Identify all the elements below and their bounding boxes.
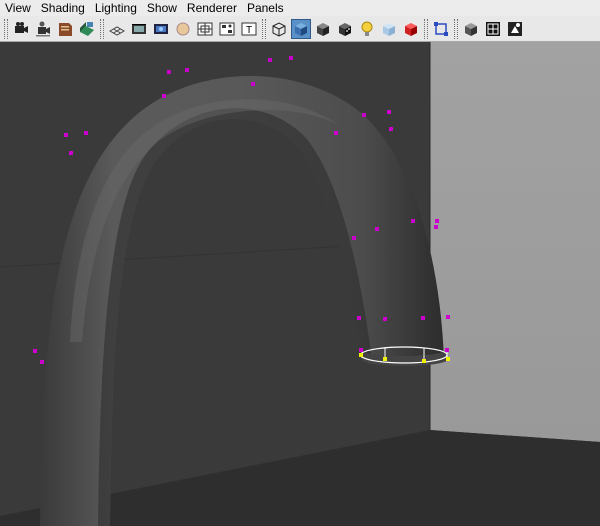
vertex[interactable] bbox=[162, 94, 166, 98]
vertex[interactable] bbox=[411, 219, 415, 223]
resolution-gate-button[interactable] bbox=[151, 19, 171, 39]
vertex[interactable] bbox=[33, 349, 37, 353]
vertex[interactable] bbox=[185, 68, 189, 72]
xray-button[interactable] bbox=[379, 19, 399, 39]
vertex[interactable] bbox=[69, 151, 73, 155]
vertex[interactable] bbox=[352, 236, 356, 240]
bookmark-button[interactable] bbox=[55, 19, 75, 39]
xray-joints-button[interactable] bbox=[461, 19, 481, 39]
viewport-menubar: View Shading Lighting Show Renderer Panels bbox=[0, 0, 600, 16]
vertex[interactable] bbox=[357, 316, 361, 320]
menu-shading[interactable]: Shading bbox=[36, 0, 90, 16]
wireframe-button[interactable] bbox=[269, 19, 289, 39]
use-all-lights-icon bbox=[361, 21, 373, 36]
xray-active-components-button[interactable] bbox=[401, 19, 421, 39]
wireframe-on-shaded-icon bbox=[317, 22, 329, 36]
select-camera-button[interactable] bbox=[11, 19, 31, 39]
image-plane-button[interactable] bbox=[77, 19, 97, 39]
wireframe-on-shaded-button[interactable] bbox=[313, 19, 333, 39]
vertex[interactable] bbox=[446, 315, 450, 319]
xray-active-components-icon bbox=[405, 22, 417, 36]
vertex[interactable] bbox=[387, 110, 391, 114]
xray-joints-icon bbox=[465, 22, 477, 36]
vertex[interactable] bbox=[268, 58, 272, 62]
vertex[interactable] bbox=[435, 219, 439, 223]
isolate-select-button[interactable] bbox=[431, 19, 451, 39]
menu-view[interactable]: View bbox=[0, 0, 36, 16]
isolate-select-icon bbox=[434, 21, 448, 36]
textured-icon bbox=[339, 22, 351, 36]
toolbar-separator[interactable] bbox=[262, 18, 266, 39]
vertex[interactable] bbox=[375, 227, 379, 231]
gate-mask-icon bbox=[176, 22, 190, 35]
film-gate-button[interactable] bbox=[129, 19, 149, 39]
selected-vertex[interactable] bbox=[446, 357, 450, 361]
vertex[interactable] bbox=[251, 82, 255, 86]
xray-icon bbox=[383, 22, 395, 36]
vertex[interactable] bbox=[84, 131, 88, 135]
field-chart-icon bbox=[197, 22, 213, 35]
vertex[interactable] bbox=[40, 360, 44, 364]
grid-button[interactable] bbox=[107, 19, 127, 39]
grid-icon bbox=[108, 25, 126, 36]
safe-action-icon bbox=[219, 22, 235, 35]
vertex[interactable] bbox=[434, 225, 438, 229]
right-wall-plane bbox=[430, 42, 600, 442]
film-gate-icon bbox=[132, 23, 146, 34]
selected-vertex[interactable] bbox=[422, 359, 426, 363]
high-quality-button[interactable] bbox=[505, 19, 525, 39]
menu-lighting[interactable]: Lighting bbox=[90, 0, 142, 16]
vertex[interactable] bbox=[445, 348, 449, 352]
two-sided-lighting-icon bbox=[486, 21, 500, 36]
vertex[interactable] bbox=[362, 113, 366, 117]
camera-attributes-button[interactable] bbox=[33, 19, 53, 39]
two-sided-lighting-button[interactable] bbox=[483, 19, 503, 39]
smooth-shade-button[interactable] bbox=[291, 18, 311, 39]
viewport-toolbar: T bbox=[0, 16, 600, 42]
toolbar-separator[interactable] bbox=[100, 18, 104, 39]
resolution-gate-icon bbox=[154, 23, 168, 34]
safe-title-button[interactable]: T bbox=[239, 19, 259, 39]
textured-button[interactable] bbox=[335, 19, 355, 39]
selected-vertex[interactable] bbox=[383, 357, 387, 361]
selected-vertex[interactable] bbox=[359, 353, 363, 357]
vertex[interactable] bbox=[64, 133, 68, 137]
toolbar-separator[interactable] bbox=[4, 18, 8, 39]
use-all-lights-button[interactable] bbox=[357, 19, 377, 39]
menu-show[interactable]: Show bbox=[142, 0, 182, 16]
menu-renderer[interactable]: Renderer bbox=[182, 0, 242, 16]
menu-panels[interactable]: Panels bbox=[242, 0, 289, 16]
toolbar-separator[interactable] bbox=[424, 18, 428, 39]
vertex[interactable] bbox=[289, 56, 293, 60]
image-plane-icon bbox=[80, 21, 94, 36]
field-chart-button[interactable] bbox=[195, 19, 215, 39]
high-quality-icon bbox=[508, 21, 522, 36]
3d-viewport[interactable] bbox=[0, 42, 600, 526]
bookmark-icon bbox=[59, 22, 72, 36]
smooth-shade-icon bbox=[295, 22, 307, 36]
gate-mask-button[interactable] bbox=[173, 19, 193, 39]
toolbar-separator[interactable] bbox=[454, 18, 458, 39]
viewport-scene[interactable] bbox=[0, 42, 600, 526]
safe-title-icon: T bbox=[241, 22, 257, 36]
vertex[interactable] bbox=[334, 131, 338, 135]
svg-text:T: T bbox=[246, 25, 252, 36]
vertex[interactable] bbox=[383, 317, 387, 321]
vertex[interactable] bbox=[359, 348, 363, 352]
vertex[interactable] bbox=[167, 70, 171, 74]
camera-attributes-icon bbox=[36, 21, 50, 36]
safe-action-button[interactable] bbox=[217, 19, 237, 39]
select-camera-icon bbox=[15, 21, 28, 33]
vertex[interactable] bbox=[389, 127, 393, 131]
wireframe-icon bbox=[272, 21, 286, 37]
vertex[interactable] bbox=[421, 316, 425, 320]
